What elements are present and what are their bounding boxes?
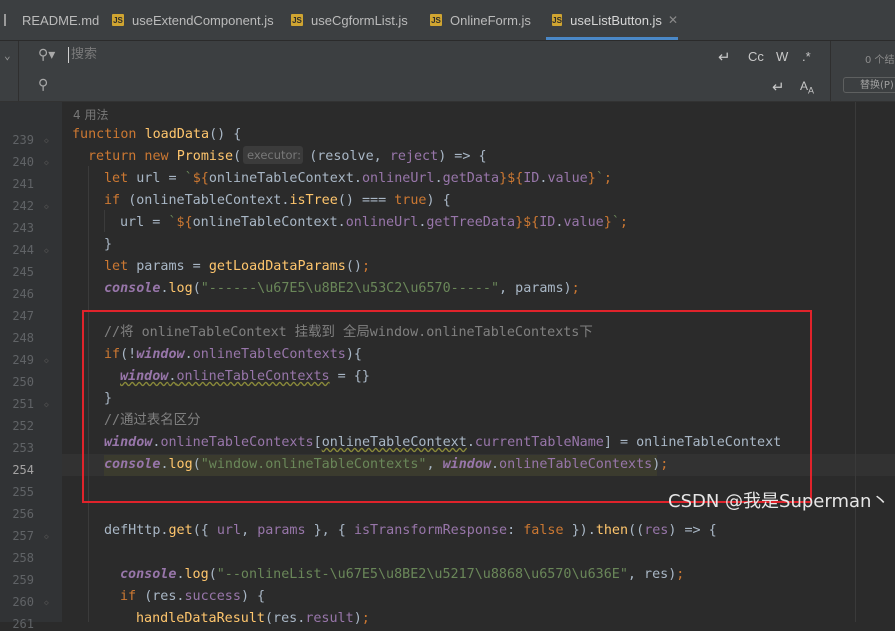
fold-icon[interactable]: ◇ xyxy=(44,202,49,211)
search-input[interactable]: 搜索 xyxy=(68,47,97,63)
line-number: 251 xyxy=(12,397,34,411)
line-number: 249 xyxy=(12,353,34,367)
tab-label: useCgformList.js xyxy=(311,12,408,28)
tab-use-cgform-list[interactable]: JS useCgformList.js xyxy=(291,0,408,40)
line-number: 241 xyxy=(12,177,34,191)
line-number: 261 xyxy=(12,617,34,631)
code-line: let url = `${onlineTableContext.onlineUr… xyxy=(104,171,612,186)
tab-use-list-button[interactable]: JS useListButton.js ✕ xyxy=(546,0,678,40)
line-number: 245 xyxy=(12,265,34,279)
match-count: 0 个结果 xyxy=(865,55,895,66)
tab-label: useListButton.js xyxy=(570,12,662,28)
fold-icon[interactable]: ◇ xyxy=(44,598,49,607)
line-number: 243 xyxy=(12,221,34,235)
line-number: 240 xyxy=(12,155,34,169)
line-number: 252 xyxy=(12,419,34,433)
line-number: 248 xyxy=(12,331,34,345)
js-file-icon: JS xyxy=(430,14,442,26)
search-icon[interactable]: ⚲▾ xyxy=(38,47,55,63)
csdn-watermark: CSDN @我是Superman丶 xyxy=(668,491,890,512)
code-line: url = `${onlineTableContext.onlineUrl.ge… xyxy=(120,215,628,230)
line-number: 258 xyxy=(12,551,34,565)
code-editor[interactable]: 239 240 241 242 243 244 245 246 247 248 … xyxy=(0,102,895,631)
line-number: 239 xyxy=(12,133,34,147)
line-number: 246 xyxy=(12,287,34,301)
line-number: 259 xyxy=(12,573,34,587)
code-line: defHttp.get({ url, params }, { isTransfo… xyxy=(104,523,717,538)
indent-guide xyxy=(104,210,105,232)
fold-icon[interactable]: ◇ xyxy=(44,356,49,365)
line-number: 260 xyxy=(12,595,34,609)
line-number: 253 xyxy=(12,441,34,455)
line-number: 250 xyxy=(12,375,34,389)
fold-icon[interactable]: ◇ xyxy=(44,400,49,409)
tab-online-form[interactable]: JS OnlineForm.js xyxy=(430,0,531,40)
find-replace-bar: ⌄ ⚲▾ 搜索 ↵ Cc W .* ⚲ ↵ AA xyxy=(0,41,895,102)
tab-label: OnlineForm.js xyxy=(450,12,531,28)
code-line: console.log("--onlineList-\u67E5\u8BE2\u… xyxy=(120,567,685,582)
code-line: } xyxy=(104,237,113,252)
close-icon[interactable]: ✕ xyxy=(668,13,678,27)
fold-icon[interactable]: ◇ xyxy=(44,136,49,145)
replace-search-icon[interactable]: ⚲ xyxy=(38,77,48,93)
editor-tab-bar: README.md JS useExtendComponent.js JS us… xyxy=(0,0,895,41)
match-case-toggle[interactable]: Cc xyxy=(748,49,764,64)
line-number-current: 254 xyxy=(12,463,34,477)
fold-icon[interactable]: ◇ xyxy=(44,246,49,255)
tab-label: README.md xyxy=(22,12,100,28)
replace-row: ⚲ ↵ AA xyxy=(0,72,830,102)
regex-toggle[interactable]: .* xyxy=(802,49,811,64)
line-number: 244 xyxy=(12,243,34,257)
js-file-icon: JS xyxy=(291,14,303,26)
markdown-file-icon xyxy=(4,14,16,26)
line-number: 256 xyxy=(12,507,34,521)
find-row: ⚲▾ 搜索 ↵ Cc W .* xyxy=(0,41,830,71)
code-line: if (onlineTableContext.isTree() === true… xyxy=(104,193,451,208)
code-line: return new Promise((resolve, reject) => … xyxy=(88,149,487,164)
line-number-gutter: 239 240 241 242 243 244 245 246 247 248 … xyxy=(0,102,62,631)
preserve-case-icon[interactable]: AA xyxy=(800,79,814,95)
tab-label: useExtendComponent.js xyxy=(132,12,274,28)
js-file-icon: JS xyxy=(112,14,124,26)
code-line: let params = getLoadDataParams(); xyxy=(104,259,371,274)
usages-hint[interactable]: 4 用法 xyxy=(73,106,108,123)
line-number: 255 xyxy=(12,485,34,499)
new-line-icon[interactable]: ↵ xyxy=(772,78,785,96)
replace-button[interactable]: 替换(P) xyxy=(843,77,895,93)
line-number: 247 xyxy=(12,309,34,323)
code-line: handleDataResult(res.result); xyxy=(136,611,370,626)
code-line: function loadData() { xyxy=(72,127,242,142)
line-number: 242 xyxy=(12,199,34,213)
code-line: console.log("------\u67E5\u8BE2\u53C2\u6… xyxy=(104,281,580,296)
right-margin-guide xyxy=(855,102,856,622)
whole-words-toggle[interactable]: W xyxy=(776,49,788,64)
js-file-icon: JS xyxy=(552,14,563,26)
annotation-highlight-box xyxy=(82,310,812,503)
code-line: if (res.success) { xyxy=(120,589,266,604)
tab-use-extend-component[interactable]: JS useExtendComponent.js xyxy=(112,0,274,40)
line-number: 257 xyxy=(12,529,34,543)
find-results-panel: 0 个结果 替换(P) xyxy=(830,41,895,101)
fold-icon[interactable]: ◇ xyxy=(44,532,49,541)
fold-icon[interactable]: ◇ xyxy=(44,158,49,167)
new-line-icon[interactable]: ↵ xyxy=(718,48,731,66)
tab-readme[interactable]: README.md xyxy=(4,0,99,40)
